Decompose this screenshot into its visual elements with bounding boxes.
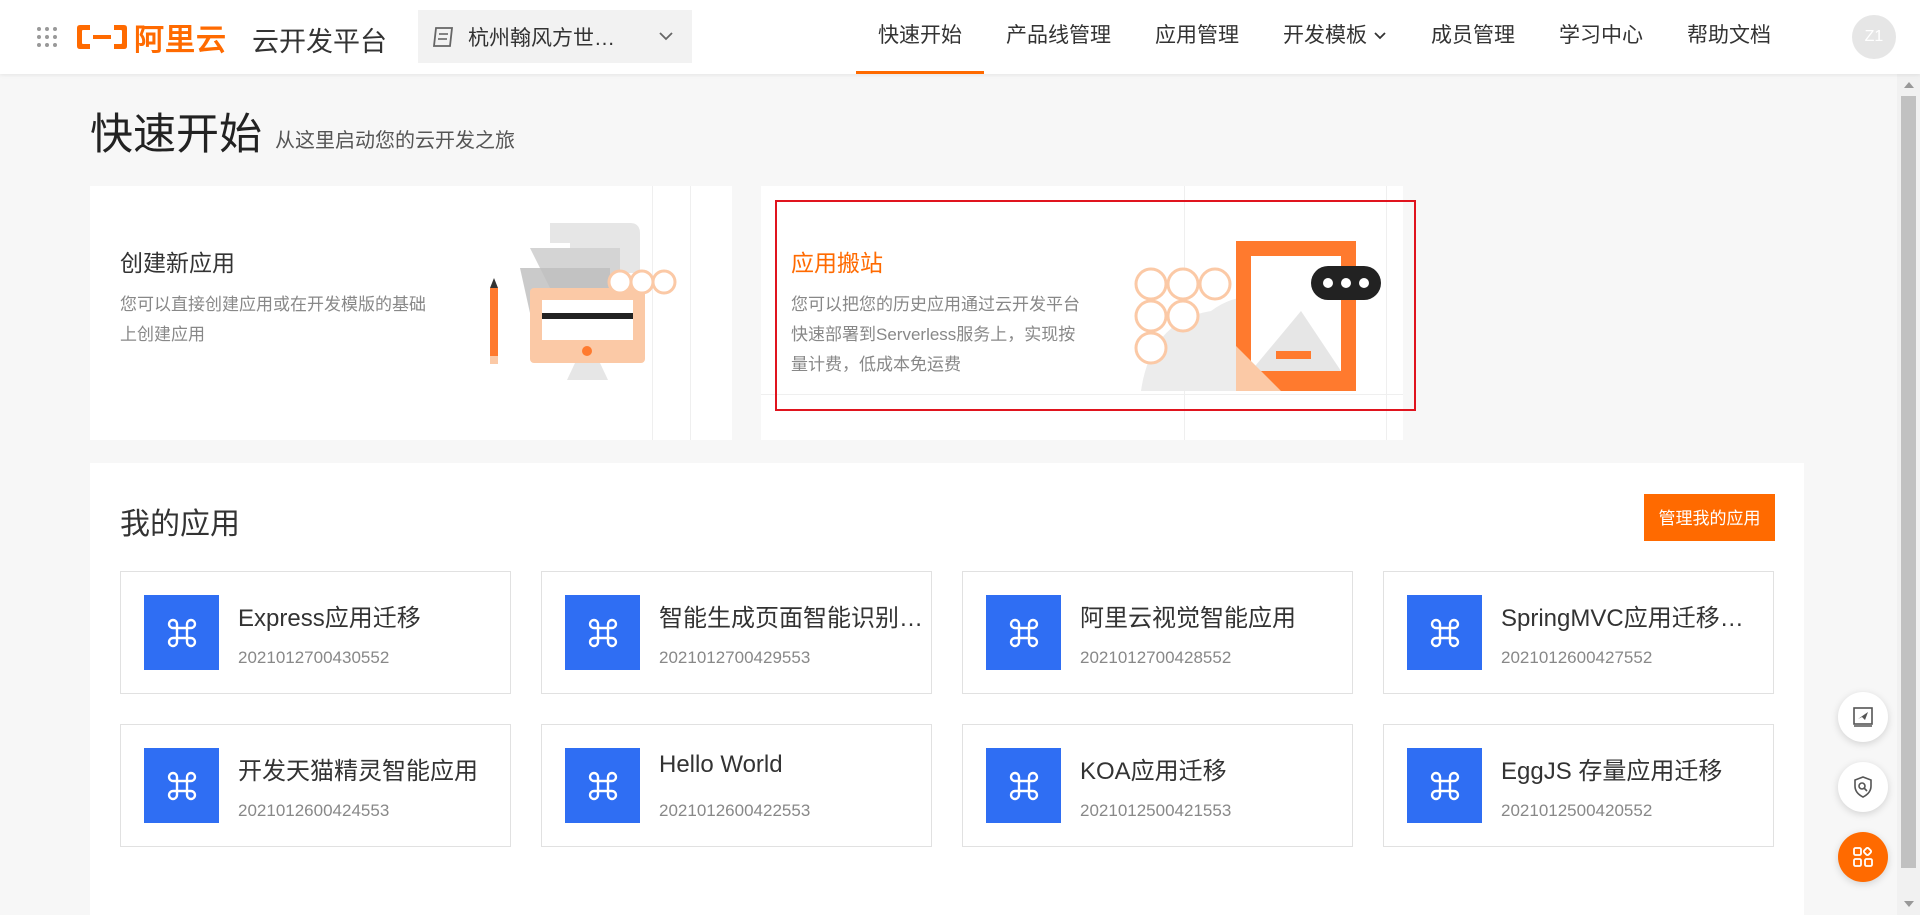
card-desc: 您可以把您的历史应用通过云开发平台快速部署到Serverless服务上，实现按量…: [791, 295, 1080, 374]
app-id: 2021012700430552: [238, 648, 390, 667]
app-name: 开发天猫精灵智能应用: [238, 758, 478, 785]
app-migration-card[interactable]: 应用搬站 您可以把您的历史应用通过云开发平台快速部署到Serverless服务上…: [761, 186, 1403, 440]
nav-label: 开发模板: [1283, 24, 1367, 47]
top-nav-bar: 阿里云 云开发平台 杭州翰风方世… 快速开始 产品线管理 应用管理 开发模板 成…: [0, 0, 1920, 74]
apps-section-title: 我的应用: [120, 508, 240, 541]
scroll-down-arrow[interactable]: [1904, 901, 1914, 907]
app-card[interactable]: KOA应用迁移 2021012500421553: [962, 724, 1353, 847]
org-select[interactable]: 杭州翰风方世…: [418, 10, 692, 63]
app-id: 2021012600427552: [1501, 648, 1653, 667]
page-title: 快速开始: [90, 111, 262, 159]
apps-menu-button[interactable]: [1838, 832, 1888, 882]
app-id: 2021012500421553: [1080, 801, 1232, 820]
aliyun-logo[interactable]: 阿里云: [76, 19, 227, 57]
create-app-card[interactable]: 创建新应用 您可以直接创建应用或在开发模版的基础上创建应用: [90, 186, 732, 440]
aliyun-logo-icon: [77, 25, 127, 49]
app-id: 2021012700428552: [1080, 648, 1232, 667]
card-desc: 您可以直接创建应用或在开发模版的基础上创建应用: [120, 295, 426, 344]
app-id: 2021012600424553: [238, 801, 390, 820]
scroll-thumb[interactable]: [1901, 96, 1916, 868]
nav-members[interactable]: 成员管理: [1409, 0, 1537, 74]
app-id: 2021012500420552: [1501, 801, 1653, 820]
page-scrollbar[interactable]: [1897, 74, 1920, 915]
scroll-up-arrow[interactable]: [1904, 82, 1914, 88]
platform-name: 云开发平台: [252, 27, 387, 57]
app-name: 阿里云视觉智能应用: [1080, 605, 1296, 632]
app-card[interactable]: Express应用迁移 2021012700430552: [120, 571, 511, 694]
my-apps-panel: 我的应用 管理我的应用 Express应用迁移 2021012700430552…: [90, 463, 1804, 915]
apps-icon: [1853, 846, 1873, 867]
app-command-icon: [1407, 748, 1482, 823]
app-card[interactable]: EggJS 存量应用迁移 2021012500420552: [1383, 724, 1774, 847]
nav-label: 学习中心: [1559, 24, 1643, 47]
app-card[interactable]: 智能生成页面智能识别… 2021012700429553: [541, 571, 932, 694]
app-command-icon: [986, 748, 1061, 823]
nav-label: 产品线管理: [1006, 24, 1111, 47]
nav-quick-start[interactable]: 快速开始: [856, 0, 984, 74]
nav-app-management[interactable]: 应用管理: [1133, 0, 1261, 74]
card-title: 应用搬站: [791, 250, 883, 276]
org-icon: [432, 26, 454, 47]
app-command-icon: [144, 595, 219, 670]
org-select-value: 杭州翰风方世…: [468, 26, 615, 50]
app-migration-illustration: [1134, 241, 1381, 391]
app-name: SpringMVC应用迁移方…: [1501, 605, 1766, 632]
manage-my-apps-button[interactable]: 管理我的应用: [1644, 494, 1775, 541]
nav-label: 应用管理: [1155, 24, 1239, 47]
app-command-icon: [565, 748, 640, 823]
page-subtitle: 从这里启动您的云开发之旅: [275, 130, 515, 152]
nav-dev-templates[interactable]: 开发模板: [1261, 0, 1409, 74]
chevron-down-icon: [659, 32, 673, 41]
card-title: 创建新应用: [120, 250, 235, 276]
app-card[interactable]: SpringMVC应用迁移方… 2021012600427552: [1383, 571, 1774, 694]
app-name: 智能生成页面智能识别…: [659, 605, 923, 632]
app-card[interactable]: 开发天猫精灵智能应用 2021012600424553: [120, 724, 511, 847]
app-command-icon: [565, 595, 640, 670]
send-icon: [1853, 707, 1873, 727]
feedback-button[interactable]: [1838, 692, 1888, 742]
nav-product-line[interactable]: 产品线管理: [984, 0, 1133, 74]
nav-help-docs[interactable]: 帮助文档: [1665, 0, 1793, 74]
app-card[interactable]: Hello World 2021012600422553: [541, 724, 932, 847]
nav-learning-center[interactable]: 学习中心: [1537, 0, 1665, 74]
app-command-icon: [1407, 595, 1482, 670]
nav-label: 快速开始: [878, 24, 962, 47]
shield-key-icon: [1854, 776, 1872, 798]
app-command-icon: [986, 595, 1061, 670]
app-id: 2021012600422553: [659, 801, 811, 820]
app-card[interactable]: 阿里云视觉智能应用 2021012700428552: [962, 571, 1353, 694]
create-app-illustration: [490, 223, 677, 380]
app-id: 2021012700429553: [659, 648, 811, 667]
main-nav: 快速开始 产品线管理 应用管理 开发模板 成员管理 学习中心 帮助文档: [856, 0, 1793, 74]
app-command-icon: [144, 748, 219, 823]
app-name: Express应用迁移: [238, 605, 421, 632]
chevron-down-icon: [1374, 32, 1386, 40]
logo-text: 阿里云: [134, 24, 227, 57]
nav-label: 帮助文档: [1687, 24, 1771, 47]
app-name: Hello World: [659, 751, 783, 778]
nav-label: 成员管理: [1431, 24, 1515, 47]
app-name: KOA应用迁移: [1080, 758, 1227, 785]
avatar[interactable]: Z1: [1852, 15, 1896, 59]
security-button[interactable]: [1838, 762, 1888, 812]
grid-line: [761, 394, 1403, 395]
grid-icon[interactable]: [36, 26, 58, 48]
app-name: EggJS 存量应用迁移: [1501, 758, 1723, 785]
